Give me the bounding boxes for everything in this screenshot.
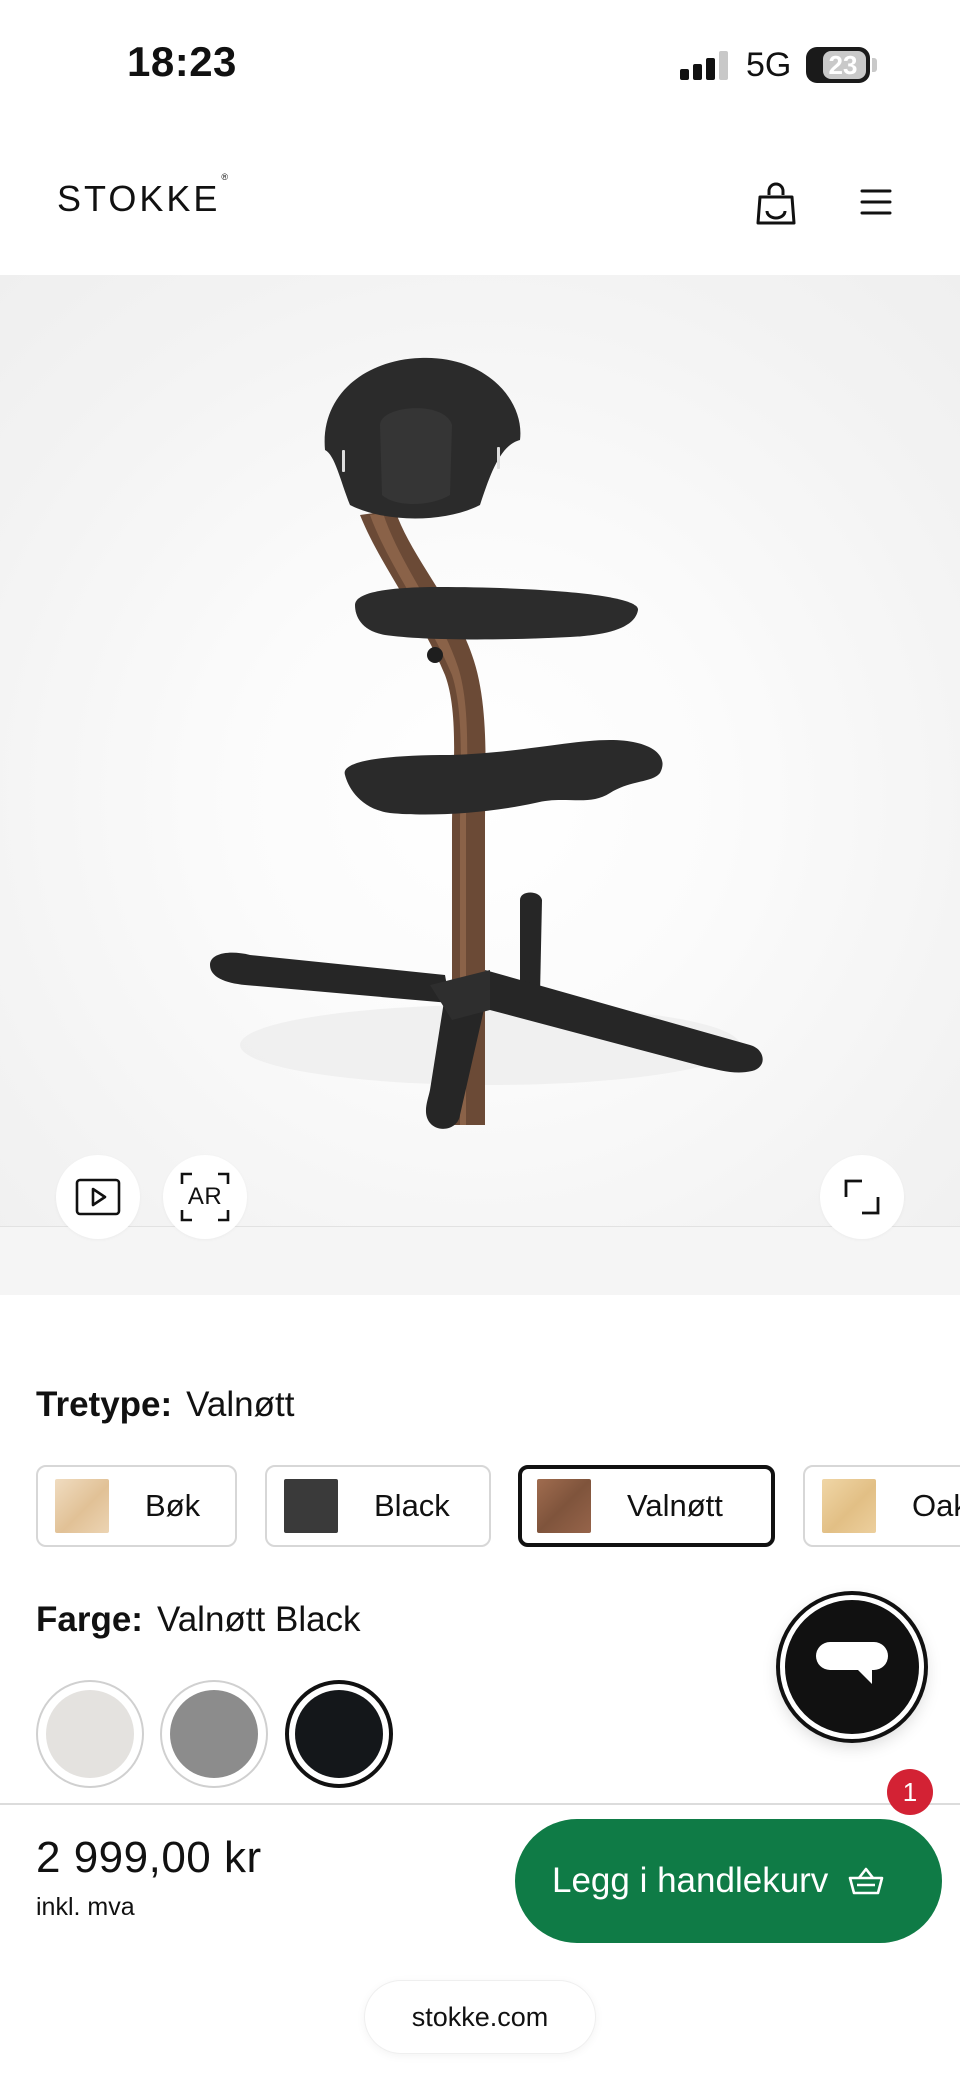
signal-strength-icon [680,50,730,80]
ar-label: AR [187,1183,223,1210]
site-header: STOKKE® [0,130,960,275]
fullscreen-button[interactable] [820,1155,904,1239]
basket-icon [848,1866,884,1896]
cart-count-badge: 1 [887,1769,933,1815]
wood-sample [284,1479,338,1533]
price: 2 999,00 kr [36,1833,262,1882]
wood-type-swatches: Bøk Black Valnøtt Oak [36,1465,960,1549]
wood-swatch-valnott[interactable]: Valnøtt [518,1465,775,1547]
color-swatch-grey[interactable] [160,1680,268,1788]
wood-sample [55,1479,109,1533]
network-type: 5G [746,46,792,84]
status-bar: 18:23 5G 23 [0,0,960,130]
color-value: Valnøtt Black [156,1600,361,1639]
wood-swatch-black[interactable]: Black [265,1465,491,1547]
color-swatch-light[interactable] [36,1680,144,1788]
status-time: 18:23 [127,38,237,85]
chat-bubble-icon [816,1642,888,1684]
battery-icon: 23 [806,47,870,83]
gallery-stage [0,275,960,1227]
play-video-icon [75,1178,121,1216]
product-gallery[interactable]: AR [0,275,960,1295]
battery-level: 23 [828,50,858,80]
play-video-button[interactable] [56,1155,140,1239]
browser-url-bar[interactable]: stokke.com [365,1981,595,2053]
fullscreen-icon [844,1179,880,1215]
wood-sample [537,1479,591,1533]
wood-swatch-oak[interactable]: Oak [803,1465,960,1547]
color-swatch-black[interactable] [285,1680,393,1788]
add-to-cart-label: Legg i handlekurv [552,1861,829,1900]
color-label: Farge: Valnøtt Black [36,1600,361,1639]
stokke-logo[interactable]: STOKKE® [57,172,228,220]
shopping-bag-icon [756,182,796,225]
wood-swatch-bok[interactable]: Bøk [36,1465,237,1547]
menu-button[interactable] [856,182,896,222]
ar-view-button[interactable]: AR [163,1155,247,1239]
hamburger-menu-icon [860,189,892,215]
product-image-high-chair [210,357,763,1129]
cart-button[interactable] [752,178,800,230]
purchase-bar: 2 999,00 kr inkl. mva Legg i handlekurv … [0,1769,960,2081]
add-to-cart-button[interactable]: Legg i handlekurv [515,1819,942,1943]
vat-note: inkl. mva [36,1893,135,1921]
wood-type-label: Tretype: Valnøtt [36,1385,295,1424]
chat-button[interactable] [780,1595,924,1739]
wood-type-value: Valnøtt [186,1385,295,1424]
wood-sample [822,1479,876,1533]
